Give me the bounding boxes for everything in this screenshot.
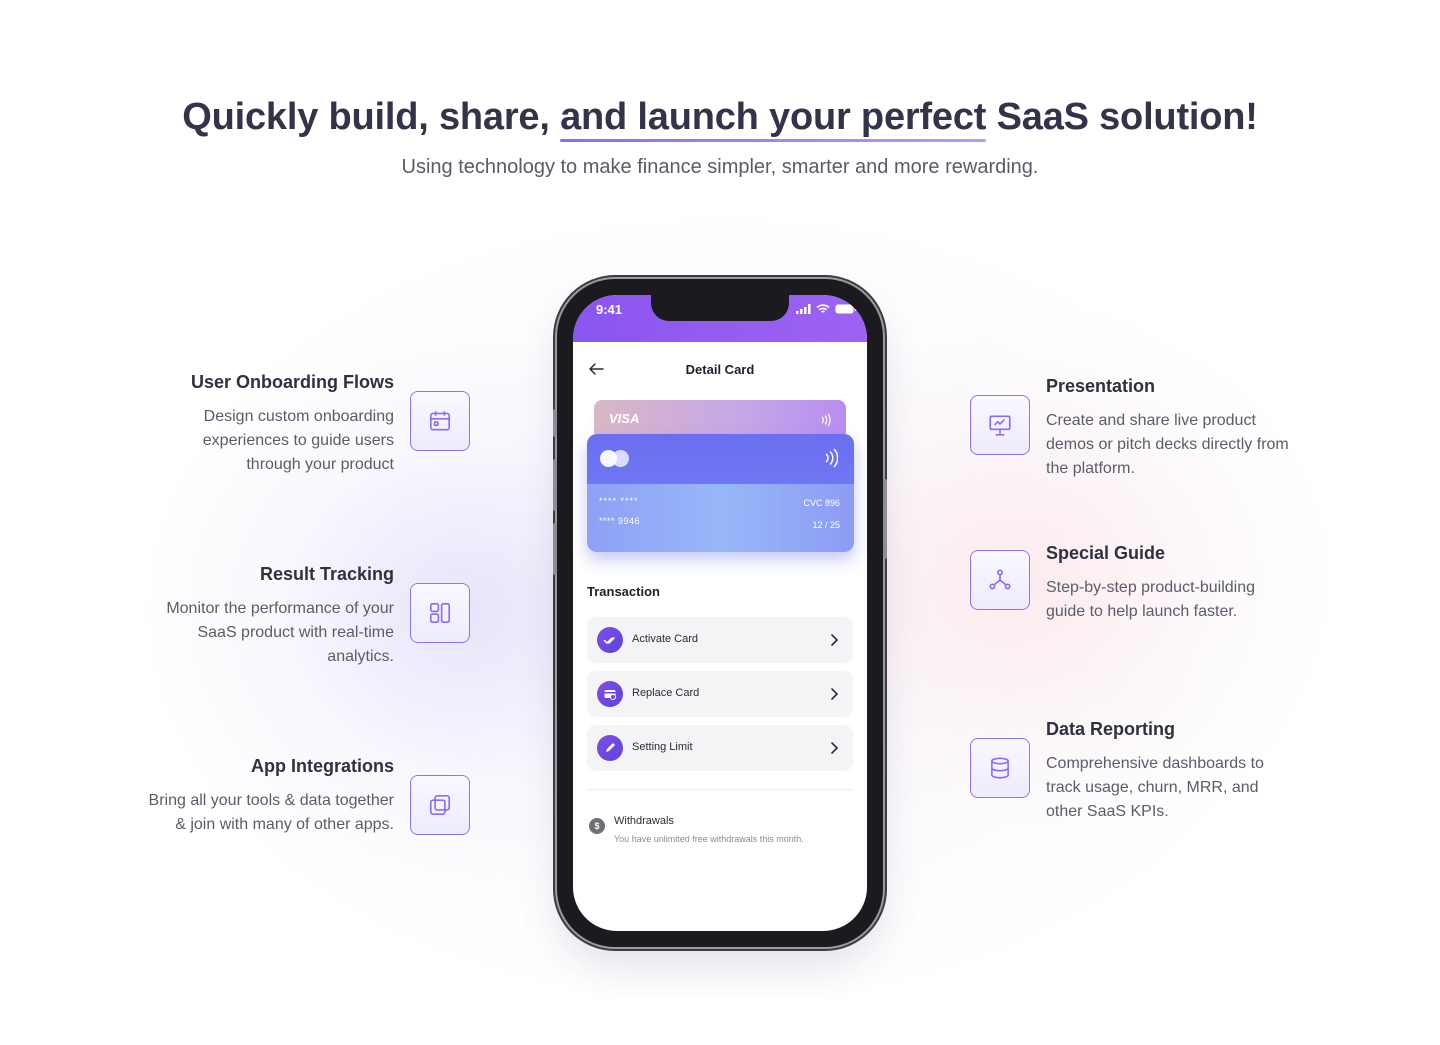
phone-side-button [553, 409, 557, 437]
feature-title: Data Reporting [1046, 719, 1176, 739]
feature-description: Design custom onboarding experiences to … [202, 408, 394, 473]
page-headline: Quickly build, share, and launch your pe… [0, 96, 1440, 142]
card-swap-icon [597, 681, 623, 707]
copy-icon [410, 775, 470, 835]
signal-icon [796, 304, 811, 314]
battery-icon [835, 304, 857, 314]
card-expiry: 12 / 25 [812, 520, 840, 530]
page-subtitle: Using technology to make finance simpler… [401, 156, 1039, 178]
feature-description: Comprehensive dashboards to track usage,… [1046, 755, 1264, 820]
feature-description: Create and share live product demos or p… [1046, 412, 1289, 477]
screen-title: Detail Card [685, 362, 755, 377]
status-bar: 9:41 [573, 295, 867, 342]
contactless-icon [821, 413, 831, 427]
feature-description: Step-by-step product-building guide to h… [1046, 579, 1256, 620]
headline-part2: SaaS solution! [996, 96, 1258, 138]
feature-title: Presentation [1046, 376, 1156, 396]
contactless-icon [825, 448, 838, 468]
card-mastercard[interactable]: **** **** **** 9946 CVC 896 12 / 25 [587, 434, 854, 552]
feature-presentation: Presentation Create and share live produ… [1046, 376, 1296, 481]
status-time: 9:41 [596, 302, 623, 317]
app-header: Detail Card [573, 342, 867, 396]
feature-title: Special Guide [1046, 543, 1166, 563]
chevron-right-icon [831, 688, 839, 700]
action-label: Replace Card [632, 687, 700, 699]
network-icon [970, 550, 1030, 610]
card-number-line2: **** 9946 [599, 516, 641, 526]
feature-description: Bring all your tools & data together & j… [148, 792, 394, 833]
headline-part1: Quickly build, share, [182, 96, 550, 138]
withdrawals-description: You have unlimited free withdrawals this… [614, 834, 804, 844]
feature-user-onboarding: User Onboarding Flows Design custom onbo… [54, 372, 394, 477]
feature-app-integrations: App Integrations Bring all your tools & … [54, 756, 394, 837]
headline-highlight: and launch your perfect [560, 96, 987, 142]
phone-screen: 9:41 Detail Card VISA **** **** **** 994… [573, 295, 867, 931]
dollar-icon: $ [589, 818, 605, 834]
card-number-line1: **** **** [599, 496, 639, 506]
mastercard-logo [600, 450, 630, 468]
feature-data-reporting: Data Reporting Comprehensive dashboards … [1046, 719, 1296, 824]
phone-notch [651, 295, 789, 321]
chevron-right-icon [831, 634, 839, 646]
action-label: Activate Card [632, 633, 699, 645]
pen-icon [597, 735, 623, 761]
wifi-icon [816, 304, 830, 313]
feature-result-tracking: Result Tracking Monitor the performance … [54, 564, 394, 669]
feature-title: Result Tracking [259, 564, 394, 584]
action-setting-limit[interactable]: Setting Limit [587, 725, 853, 771]
withdrawals-title: Withdrawals [614, 815, 674, 827]
action-replace-card[interactable]: Replace Card [587, 671, 853, 717]
phone-power-button [883, 479, 887, 559]
database-icon [970, 738, 1030, 798]
calendar-icon [410, 391, 470, 451]
phone-volume-down [553, 523, 557, 575]
transaction-section-title: Transaction [587, 584, 660, 599]
feature-title: App Integrations [251, 756, 394, 776]
divider [587, 789, 853, 790]
layout-icon [410, 583, 470, 643]
card-cvc: CVC 896 [803, 498, 840, 508]
feature-special-guide: Special Guide Step-by-step product-build… [1046, 543, 1296, 624]
feature-title: User Onboarding Flows [190, 372, 394, 392]
phone-mockup: 9:41 Detail Card VISA **** **** **** 994… [553, 279, 887, 947]
check-double-icon [597, 627, 623, 653]
phone-volume-up [553, 459, 557, 511]
presentation-chart-icon [970, 395, 1030, 455]
visa-logo: VISA [609, 411, 640, 426]
feature-description: Monitor the performance of your SaaS pro… [166, 600, 394, 665]
chevron-right-icon [831, 742, 839, 754]
action-activate-card[interactable]: Activate Card [587, 617, 853, 663]
action-label: Setting Limit [632, 741, 693, 753]
